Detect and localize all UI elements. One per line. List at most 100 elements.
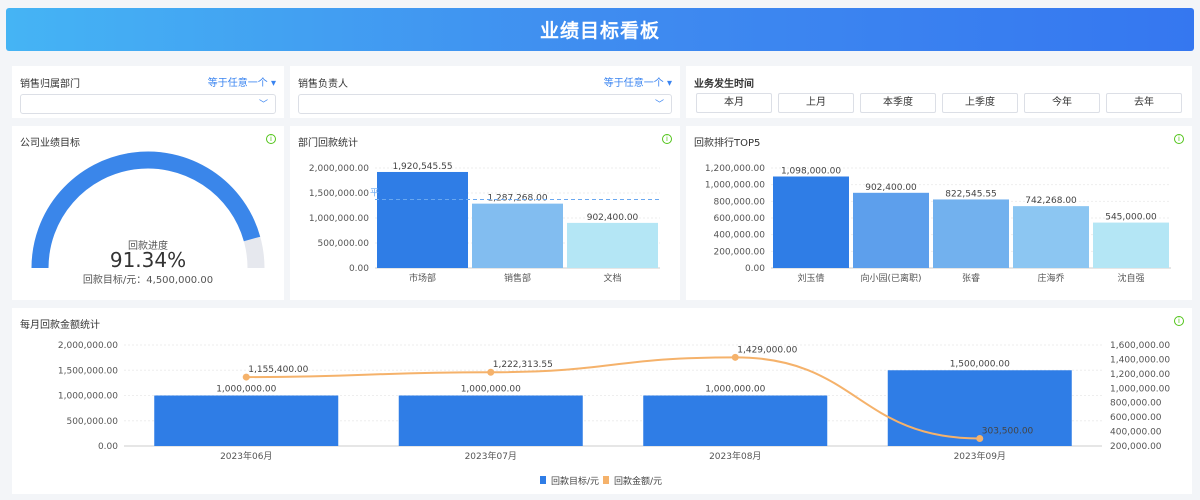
bar	[154, 395, 339, 446]
time-button-last-quarter[interactable]: 上季度	[942, 93, 1018, 113]
legend-label-target: 回款目标/元	[551, 475, 599, 487]
y-tick-label: 800,000.00	[713, 197, 765, 207]
bar	[377, 171, 468, 268]
y-left-tick-label: 1,000,000.00	[58, 392, 118, 402]
bar	[773, 176, 849, 268]
filter-label: 销售归属部门	[20, 79, 80, 90]
data-label: 1,287,268.00	[487, 194, 547, 204]
x-tick-label: 2023年09月	[954, 450, 1006, 462]
owner-select[interactable]: ﹀	[298, 94, 672, 114]
dept-select[interactable]: ﹀	[20, 94, 276, 114]
operator-label: 等于任意一个	[207, 78, 268, 89]
average-label: 平	[370, 187, 379, 198]
legend-swatch-amount	[603, 476, 609, 484]
bar-data-label: 1,000,000.00	[705, 385, 765, 395]
line-data-label: 303,500.00	[982, 427, 1034, 437]
data-label: 742,268.00	[1025, 196, 1077, 206]
bar	[853, 192, 929, 268]
y-tick-label: 500,000.00	[317, 239, 369, 249]
chevron-down-icon: ﹀	[654, 100, 664, 110]
x-tick-label: 庄海乔	[1037, 272, 1064, 284]
bar	[567, 222, 658, 268]
caret-down-icon: ▾	[270, 78, 276, 89]
legend-label-amount: 回款金额/元	[614, 475, 662, 487]
bar	[933, 199, 1009, 268]
y-tick-label: 400,000.00	[713, 231, 765, 241]
y-tick-label: 0.00	[349, 264, 369, 274]
monthly-chart-card: 每月回款金额统计 i 0.00 500,000.00 1,000,000.00 1,5…	[12, 308, 1192, 494]
bar-data-label: 1,000,000.00	[461, 385, 521, 395]
x-tick-label: 刘玉倩	[797, 272, 824, 284]
caret-down-icon: ▾	[666, 78, 672, 89]
line-data-label: 1,155,400.00	[248, 365, 308, 375]
data-label: 1,920,545.55	[392, 162, 452, 172]
time-button-this-month[interactable]: 本月	[696, 93, 772, 113]
y-tick-label: 1,000,000.00	[309, 214, 369, 224]
data-label: 902,400.00	[865, 183, 917, 193]
dept-chart-card: 部门回款统计 i 0.00 500,000.00 1,000,000.00 1,500…	[290, 126, 680, 300]
time-button-last-year[interactable]: 去年	[1106, 93, 1182, 113]
bar-data-label: 1,500,000.00	[950, 359, 1010, 369]
line-series	[246, 356, 980, 440]
x-tick-label: 2023年08月	[709, 450, 761, 462]
data-label: 1,098,000.00	[781, 167, 841, 177]
gauge-target: 回款目标/元：4,500,000.00	[82, 275, 214, 286]
data-label: 902,400.00	[587, 213, 639, 223]
gauge-card: 公司业绩目标 i 回款进度 91.34% 回款目标/元：4,500,000.00	[12, 126, 284, 300]
page-title: 业绩目标看板	[539, 20, 660, 42]
bar	[887, 370, 1072, 446]
bar-data-label: 1,000,000.00	[216, 385, 276, 395]
x-tick-label: 沈自强	[1117, 272, 1144, 284]
dashboard-header: 业绩目标看板	[6, 8, 1194, 51]
chevron-down-icon: ﹀	[258, 100, 268, 110]
bar	[1013, 206, 1089, 268]
y-left-tick-label: 1,500,000.00	[58, 366, 118, 376]
dept-bar-chart: 0.00 500,000.00 1,000,000.00 1,500,000.00 2,…	[309, 162, 660, 284]
data-label: 545,000.00	[1105, 213, 1157, 223]
x-tick-label: 市场部	[409, 272, 436, 284]
y-left-tick-label: 500,000.00	[66, 417, 118, 427]
y-right-tick-label: 1,200,000.00	[1110, 370, 1170, 380]
y-right-tick-label: 200,000.00	[1110, 442, 1162, 452]
top5-chart-card: 回款排行TOP5 i 0.00 200,000.00 400,000.00 600,0…	[686, 126, 1192, 300]
y-right-tick-label: 400,000.00	[1110, 428, 1162, 438]
filter-owner: 销售负责人 等于任意一个 ▾ ﹀	[290, 66, 680, 118]
time-button-this-year[interactable]: 今年	[1024, 93, 1100, 113]
x-tick-label: 2023年07月	[465, 450, 517, 462]
x-tick-label: 张睿	[962, 272, 980, 284]
line-data-label: 1,429,000.00	[737, 345, 797, 355]
y-tick-label: 0.00	[745, 264, 765, 274]
operator-label: 等于任意一个	[603, 78, 664, 89]
y-tick-label: 1,500,000.00	[309, 189, 369, 199]
y-right-tick-label: 1,400,000.00	[1110, 355, 1170, 365]
x-tick-label: 向小园(已离职)	[860, 272, 921, 284]
time-button-this-quarter[interactable]: 本季度	[860, 93, 936, 113]
operator-dropdown[interactable]: 等于任意一个 ▾	[604, 74, 672, 89]
operator-dropdown[interactable]: 等于任意一个 ▾	[208, 74, 276, 89]
y-tick-label: 2,000,000.00	[309, 164, 369, 174]
monthly-combo-chart: 0.00 500,000.00 1,000,000.00 1,500,000.00 2,…	[58, 341, 1171, 487]
bar	[643, 395, 828, 446]
filter-dept: 销售归属部门 等于任意一个 ▾ ﹀	[12, 66, 284, 118]
filter-time: 业务发生时间 本月 上月 本季度 上季度 今年 去年	[686, 66, 1192, 118]
time-button-last-month[interactable]: 上月	[778, 93, 854, 113]
x-tick-label: 文档	[603, 272, 621, 284]
y-right-tick-label: 600,000.00	[1110, 413, 1162, 423]
y-tick-label: 1,000,000.00	[705, 181, 765, 191]
bar	[398, 395, 583, 446]
y-tick-label: 600,000.00	[713, 214, 765, 224]
bar	[1093, 222, 1169, 268]
filter-label: 业务发生时间	[694, 79, 754, 90]
y-right-tick-label: 800,000.00	[1110, 399, 1162, 409]
y-left-tick-label: 2,000,000.00	[58, 341, 118, 351]
y-tick-label: 200,000.00	[713, 247, 765, 257]
gauge-value: 91.34%	[109, 248, 187, 272]
y-right-tick-label: 1,000,000.00	[1110, 384, 1170, 394]
data-label: 822,545.55	[945, 189, 997, 199]
y-tick-label: 1,200,000.00	[705, 164, 765, 174]
y-right-tick-label: 1,600,000.00	[1110, 341, 1170, 351]
filter-label: 销售负责人	[298, 79, 348, 90]
y-left-tick-label: 0.00	[98, 442, 118, 452]
x-tick-label: 2023年06月	[220, 450, 272, 462]
legend-swatch-target	[540, 476, 546, 484]
